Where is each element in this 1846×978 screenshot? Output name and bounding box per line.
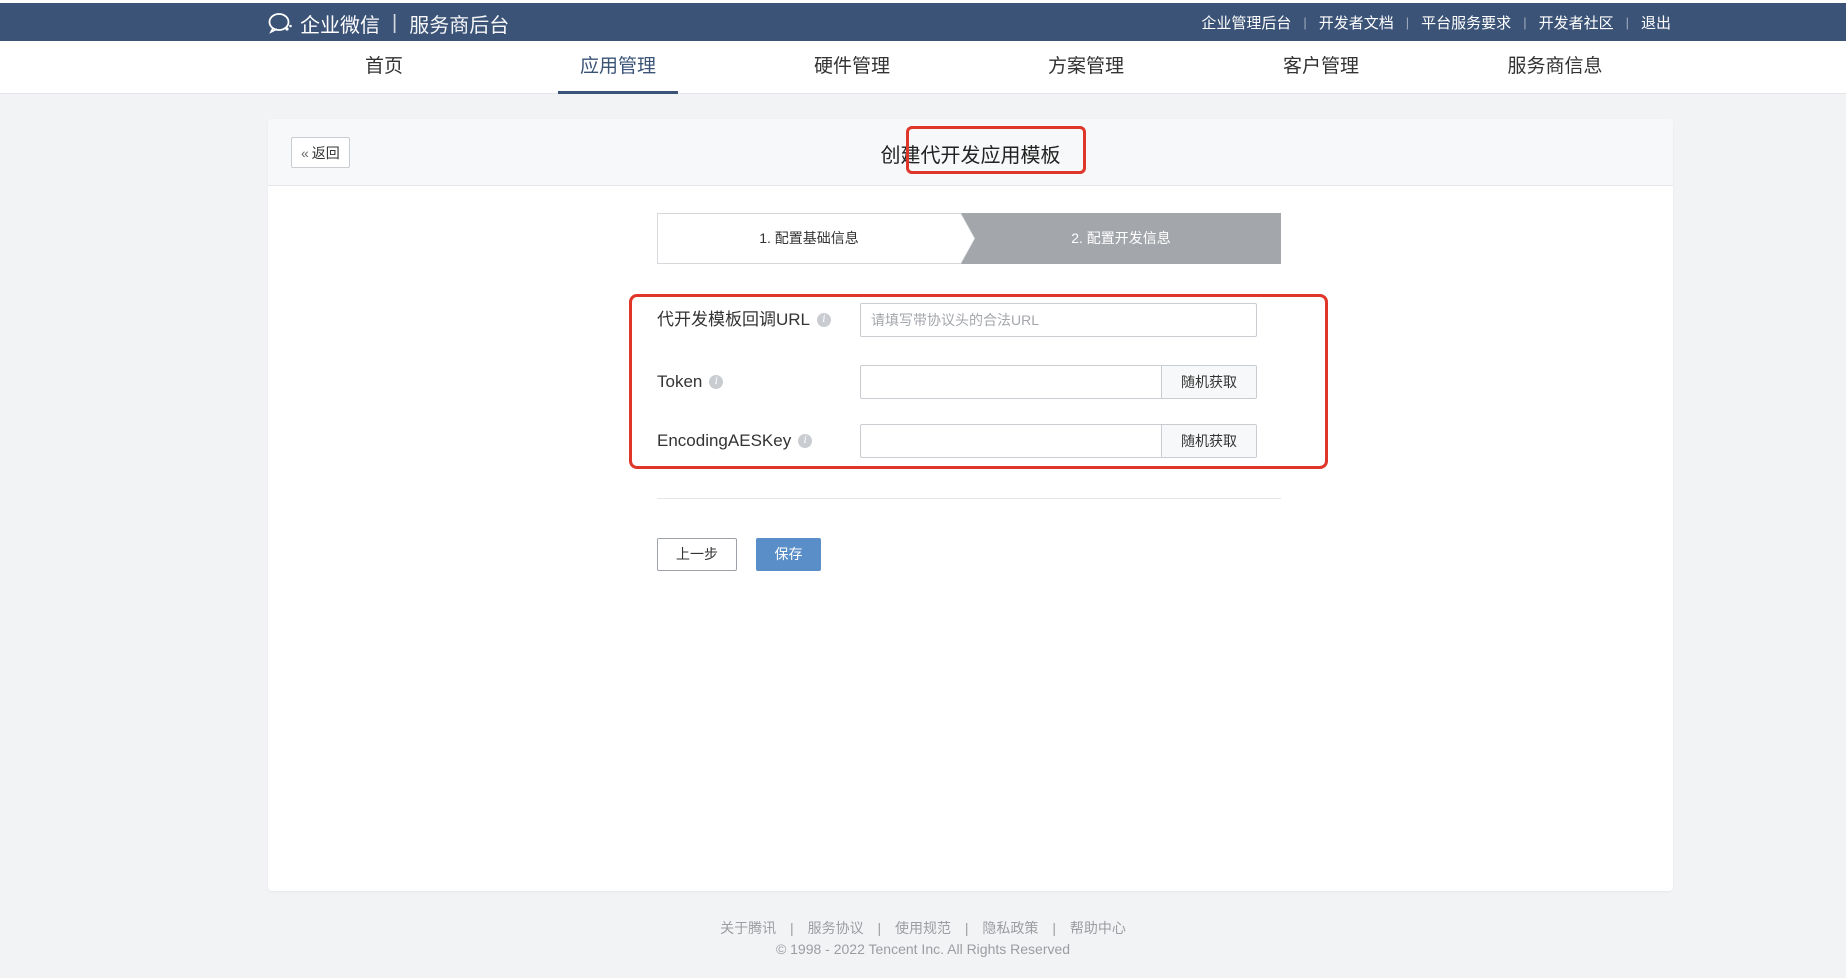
title-highlight-box [906,126,1086,174]
link-admin-console[interactable]: 企业管理后台 [1201,12,1291,33]
footer-link-privacy[interactable]: 隐私政策 [982,920,1038,936]
wecom-logo-icon [268,12,294,34]
brand[interactable]: 企业微信 | 服务商后台 [268,9,509,37]
footer-divider: | [964,920,969,936]
step-1-label: 1. 配置基础信息 [759,230,859,246]
footer-link-help-center[interactable]: 帮助中心 [1070,920,1126,936]
prev-step-button[interactable]: 上一步 [657,538,737,571]
step-indicator: 1. 配置基础信息 2. 配置开发信息 [657,213,1281,264]
link-developer-community[interactable]: 开发者社区 [1539,12,1614,33]
nav-item-provider-info[interactable]: 服务商信息 [1495,41,1615,94]
link-divider: | [1523,15,1527,30]
link-divider: | [1625,15,1629,30]
footer-divider: | [877,920,882,936]
link-divider: | [1303,15,1307,30]
footer-divider: | [790,920,794,936]
form-divider [657,498,1281,499]
link-platform-requirements[interactable]: 平台服务要求 [1421,12,1511,33]
link-divider: | [1405,15,1410,30]
top-links: 企业管理后台 | 开发者文档 | 平台服务要求 | 开发者社区 | 退出 [1201,12,1671,33]
step-2-label: 2. 配置开发信息 [1071,230,1171,246]
footer-divider: | [1052,920,1056,936]
footer-link-usage-rules[interactable]: 使用规范 [895,920,951,936]
nav-item-app-management[interactable]: 应用管理 [558,41,678,94]
main-nav: 首页 应用管理 硬件管理 方案管理 客户管理 服务商信息 [0,41,1846,94]
footer: 关于腾讯 | 服务协议 | 使用规范 | 隐私政策 | 帮助中心 © 1998 … [0,918,1846,960]
footer-links: 关于腾讯 | 服务协议 | 使用规范 | 隐私政策 | 帮助中心 [0,918,1846,939]
nav-item-hardware-management[interactable]: 硬件管理 [792,41,912,94]
brand-subtitle: 服务商后台 [409,14,510,37]
top-bar: 企业微信 | 服务商后台 企业管理后台 | 开发者文档 | 平台服务要求 | 开… [0,0,1846,41]
form-highlight-box [629,294,1328,469]
footer-link-service-agreement[interactable]: 服务协议 [808,920,864,936]
link-logout[interactable]: 退出 [1641,12,1671,33]
nav-item-customer-management[interactable]: 客户管理 [1261,41,1381,94]
brand-separator: | [392,11,398,34]
nav-item-home[interactable]: 首页 [324,41,444,94]
save-button[interactable]: 保存 [756,538,821,571]
copyright: © 1998 - 2022 Tencent Inc. All Rights Re… [775,941,1071,957]
link-developer-docs[interactable]: 开发者文档 [1319,12,1394,33]
brand-name: 企业微信 [300,14,380,37]
nav-item-solution-management[interactable]: 方案管理 [1026,41,1146,94]
footer-link-about[interactable]: 关于腾讯 [720,920,776,936]
